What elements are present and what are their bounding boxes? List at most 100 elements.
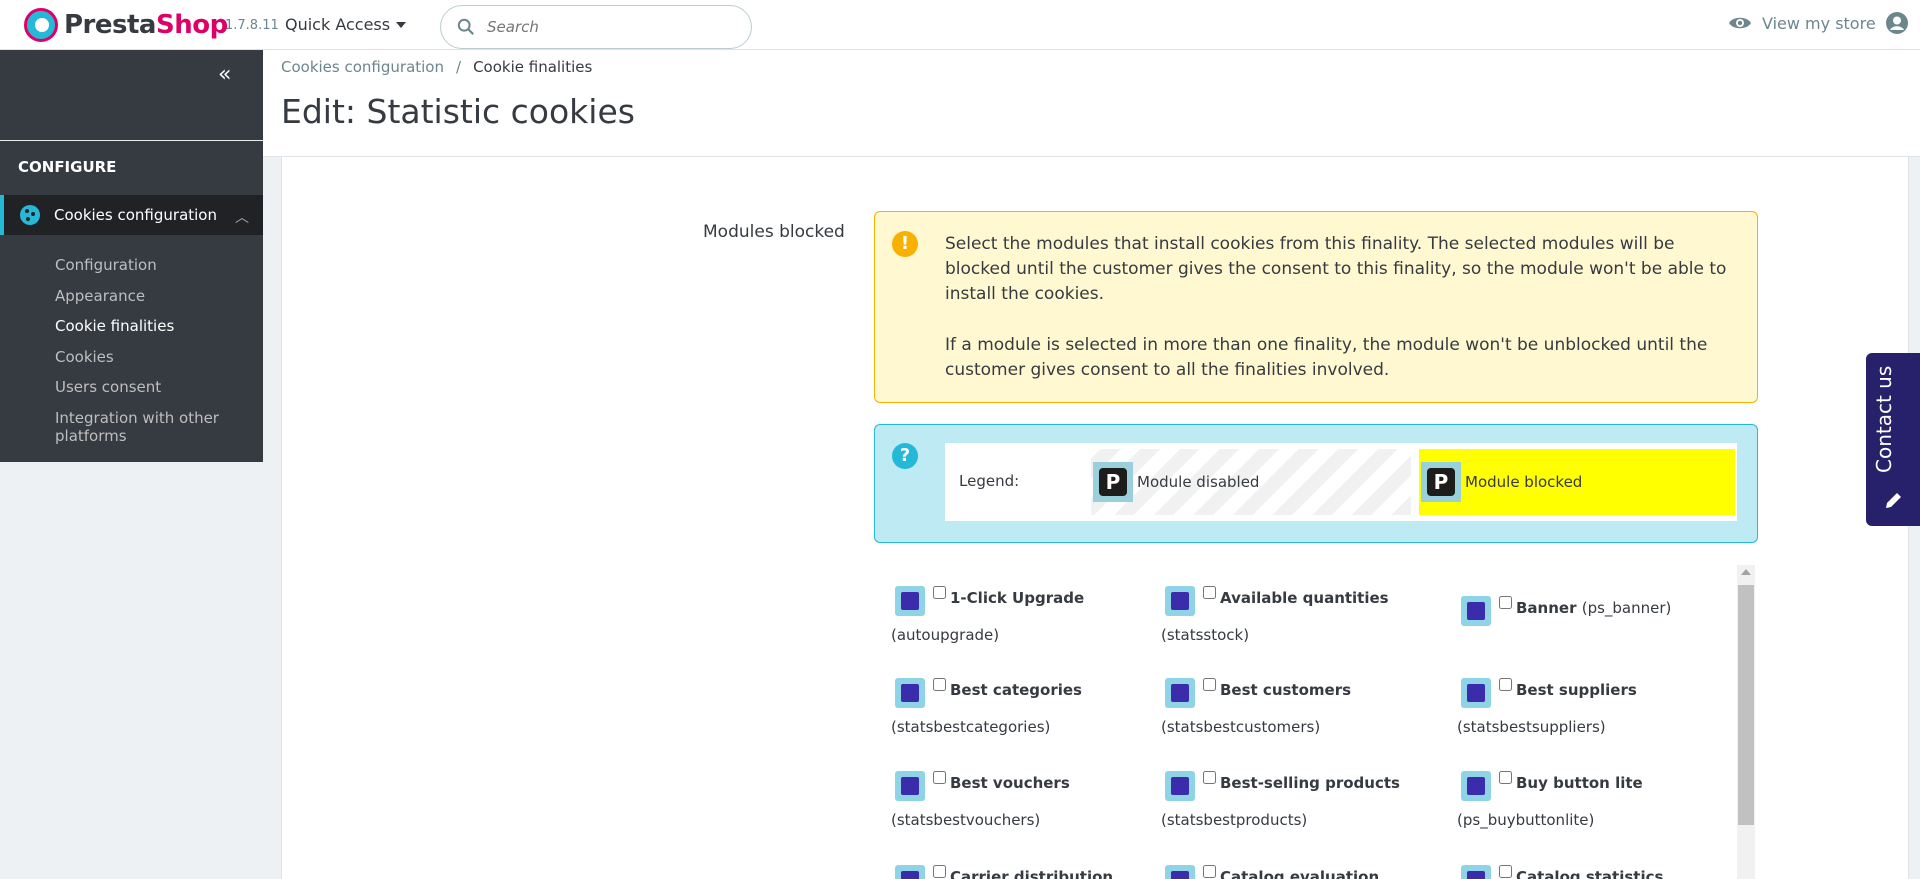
module-checkbox[interactable] <box>1203 586 1216 599</box>
module-item: Best vouchers (statsbestvouchers) <box>891 767 1161 829</box>
prestashop-logo[interactable]: PrestaShop <box>24 8 228 42</box>
module-technical-name: (statsbestvouchers) <box>891 811 1041 829</box>
version-label: 1.7.8.11 <box>225 18 279 33</box>
sidebar-subitem-appearance[interactable]: Appearance <box>55 281 255 312</box>
module-name: Catalog statistics <box>1516 868 1664 879</box>
module-checkbox[interactable] <box>1499 678 1512 691</box>
module-checkbox[interactable] <box>933 586 946 599</box>
module-item: Buy button lite (ps_buybuttonlite) <box>1457 767 1727 829</box>
module-name: Catalog evaluation <box>1220 868 1380 879</box>
module-checkbox[interactable] <box>1203 678 1216 691</box>
module-name: Banner (ps_banner) <box>1516 599 1672 617</box>
sidebar: « CONFIGURE Cookies configuration ︿ Conf… <box>0 50 263 879</box>
top-header: PrestaShop 1.7.8.11 Quick Access View my… <box>0 0 1920 50</box>
module-list-scrollbar[interactable] <box>1737 565 1755 879</box>
user-icon[interactable] <box>1885 12 1908 34</box>
module-technical-name: (statsbestcategories) <box>891 718 1051 736</box>
collapse-sidebar-icon[interactable]: « <box>218 62 231 87</box>
sidebar-subitem-cookies[interactable]: Cookies <box>55 342 255 373</box>
legend-label: Legend: <box>959 472 1020 490</box>
module-icon <box>1457 592 1497 632</box>
sidebar-subitem-cookie-finalities[interactable]: Cookie finalities <box>55 311 255 342</box>
module-item: Carrier distribution <box>891 861 1161 879</box>
contact-us-button[interactable]: Contact us <box>1866 353 1920 526</box>
module-checkbox[interactable] <box>933 771 946 784</box>
search-icon <box>457 18 474 35</box>
module-item: Best customers (statsbestcustomers) <box>1161 674 1431 736</box>
module-item: 1-Click Upgrade (autoupgrade) <box>891 582 1161 644</box>
warning-alert: ! Select the modules that install cookie… <box>874 211 1758 403</box>
brand-name: PrestaShop <box>64 10 228 40</box>
breadcrumb-current: Cookie finalities <box>473 58 593 76</box>
module-logo-icon: P <box>1421 462 1461 502</box>
sidebar-subitem-integration[interactable]: Integration with other platforms <box>55 403 255 445</box>
breadcrumb-parent-link[interactable]: Cookies configuration <box>281 58 444 76</box>
module-technical-name: (statsbestcustomers) <box>1161 718 1321 736</box>
warning-icon: ! <box>892 231 918 257</box>
sidebar-item-label: Cookies configuration <box>54 206 217 224</box>
module-name: Buy button lite <box>1516 774 1643 792</box>
pencil-icon <box>1886 493 1901 508</box>
module-checkbox[interactable] <box>933 865 946 878</box>
warning-text-1: Select the modules that install cookies … <box>945 234 1727 304</box>
view-my-store-link[interactable]: View my store <box>1728 12 1908 34</box>
module-name: Carrier distribution <box>950 868 1114 879</box>
module-icon <box>891 767 931 807</box>
module-logo-icon: P <box>1093 462 1133 502</box>
prestashop-logo-icon <box>24 8 58 42</box>
module-checkbox[interactable] <box>1499 865 1512 878</box>
module-checkbox-list[interactable]: 1-Click Upgrade (autoupgrade) Available … <box>874 565 1754 879</box>
module-icon <box>891 582 931 622</box>
module-name: Best vouchers <box>950 774 1070 792</box>
sidebar-divider <box>0 140 263 141</box>
module-item: Banner (ps_banner) <box>1457 592 1727 632</box>
quick-access-label: Quick Access <box>285 15 391 34</box>
sidebar-section-configure: CONFIGURE <box>18 158 117 176</box>
breadcrumb-separator: / <box>456 58 462 76</box>
legend-box: Legend: P Module disabled P Module block… <box>945 443 1737 521</box>
chevron-up-icon: ︿ <box>235 210 249 226</box>
module-technical-name: (statsstock) <box>1161 626 1250 644</box>
scrollbar-thumb[interactable] <box>1738 585 1754 825</box>
module-icon <box>891 861 931 879</box>
caret-down-icon <box>396 21 407 28</box>
contact-us-label: Contact us <box>1872 365 1896 473</box>
eye-icon <box>1729 17 1751 29</box>
breadcrumb: Cookies configuration / Cookie finalities <box>281 58 592 76</box>
module-item: Available quantities (statsstock) <box>1161 582 1431 644</box>
legend-alert: ? Legend: P Module disabled P Module blo… <box>874 424 1758 543</box>
module-name: Available quantities <box>1220 589 1389 607</box>
help-icon: ? <box>892 443 918 469</box>
module-checkbox[interactable] <box>1499 771 1512 784</box>
module-checkbox[interactable] <box>933 678 946 691</box>
module-icon <box>1457 767 1497 807</box>
module-technical-name: (ps_buybuttonlite) <box>1457 811 1595 829</box>
warning-text-2: If a module is selected in more than one… <box>945 335 1708 380</box>
sidebar-subitem-configuration[interactable]: Configuration <box>55 250 255 281</box>
sidebar-item-cookies-configuration[interactable]: Cookies configuration ︿ <box>0 195 263 235</box>
module-icon <box>1161 582 1201 622</box>
legend-blocked-label: Module blocked <box>1465 473 1583 491</box>
legend-disabled: P Module disabled <box>1091 449 1411 515</box>
module-icon <box>1161 767 1201 807</box>
module-checkbox[interactable] <box>1203 865 1216 878</box>
module-item: Best categories (statsbestcategories) <box>891 674 1161 736</box>
legend-disabled-label: Module disabled <box>1137 473 1260 491</box>
module-technical-name: (autoupgrade) <box>891 626 1000 644</box>
quick-access-dropdown[interactable]: Quick Access <box>285 15 407 34</box>
sidebar-submenu: Configuration Appearance Cookie finaliti… <box>55 250 255 445</box>
search-input[interactable] <box>487 18 727 36</box>
module-name: Best customers <box>1220 681 1352 699</box>
module-item: Catalog statistics <box>1457 861 1727 879</box>
legend-blocked: P Module blocked <box>1419 449 1735 515</box>
module-technical-name: (ps_banner) <box>1581 599 1672 617</box>
module-icon <box>1161 674 1201 714</box>
page-title: Edit: Statistic cookies <box>281 92 635 131</box>
module-checkbox[interactable] <box>1499 596 1512 609</box>
module-checkbox[interactable] <box>1203 771 1216 784</box>
module-name: Best-selling products <box>1220 774 1400 792</box>
module-icon <box>891 674 931 714</box>
search-box[interactable] <box>440 5 752 49</box>
sidebar-subitem-users-consent[interactable]: Users consent <box>55 372 255 403</box>
scroll-up-icon[interactable] <box>1741 569 1751 575</box>
